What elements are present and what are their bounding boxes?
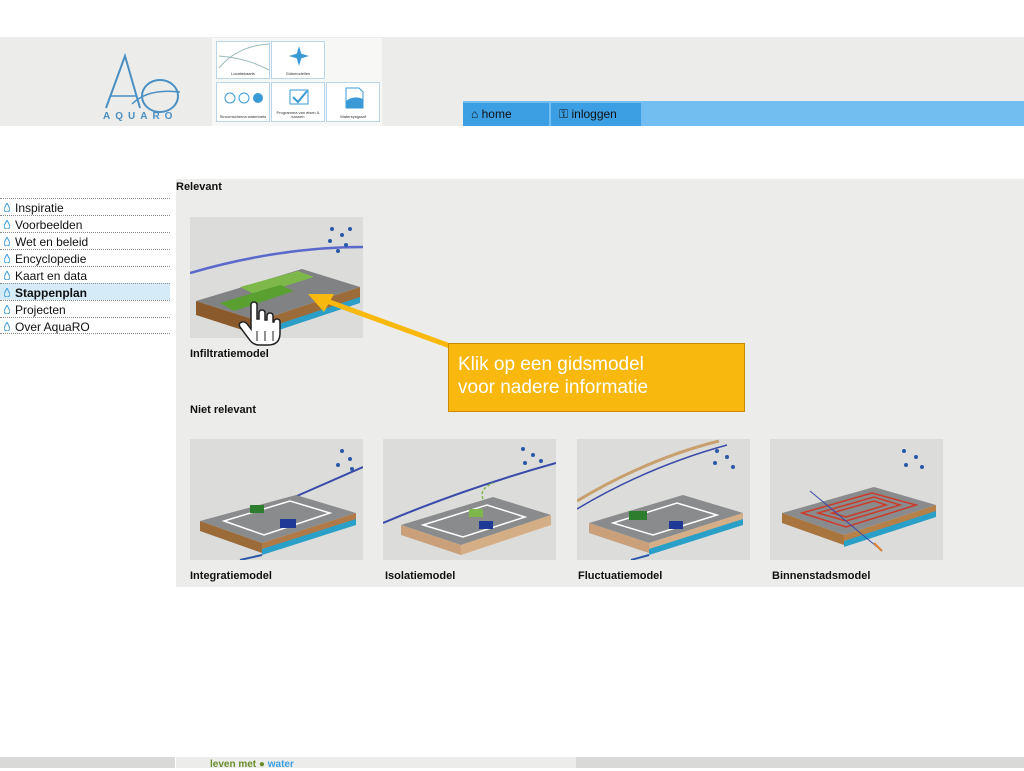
document-icon bbox=[345, 87, 364, 109]
sidebar-item-label: Kaart en data bbox=[15, 269, 88, 283]
tile-label: Stroomschema watertoets bbox=[219, 114, 267, 119]
sidebar-item-label: Encyclopedie bbox=[15, 252, 87, 266]
steps-icon bbox=[224, 92, 263, 104]
tile-label: Watersysgraaf bbox=[340, 114, 366, 119]
sidebar-item-wet-en-beleid[interactable]: Wet en beleid bbox=[0, 232, 170, 249]
sidebar-item-projecten[interactable]: Projecten bbox=[0, 300, 170, 317]
model-thumbnail-fluctuatiemodel[interactable] bbox=[577, 439, 750, 560]
logo-text: AQUARO bbox=[103, 111, 178, 122]
home-icon: ⌂ bbox=[471, 107, 479, 121]
tile-stroomschema[interactable]: Stroomschema watertoets bbox=[216, 82, 270, 122]
tile-label: Programma van eisen & kansen bbox=[276, 110, 320, 119]
tool-tiles: Locatiekaarts Gidsmodellen Stroomschema … bbox=[212, 38, 382, 126]
sidebar-item-kaart-en-data[interactable]: Kaart en data bbox=[0, 266, 170, 283]
sidebar-item-label: Projecten bbox=[15, 303, 66, 317]
callout-line1: Klik op een gidsmodel bbox=[458, 354, 644, 375]
nav-home[interactable]: ⌂ home bbox=[463, 103, 549, 126]
map-icon bbox=[218, 43, 270, 71]
model-thumbnail-isolatiemodel[interactable] bbox=[383, 439, 556, 560]
nav-home-label: home bbox=[481, 107, 512, 121]
drop-icon bbox=[4, 220, 10, 229]
section-title-niet-relevant: Niet relevant bbox=[190, 404, 257, 416]
sidebar-item-label: Stappenplan bbox=[15, 286, 88, 300]
drop-icon bbox=[4, 305, 10, 314]
key-icon: ⚿ bbox=[559, 107, 569, 121]
nav-inloggen[interactable]: ⚿ inloggen bbox=[551, 103, 641, 126]
sidebar-item-label: Wet en beleid bbox=[15, 235, 89, 249]
footer-slogan-part2: water bbox=[267, 759, 294, 770]
hand-cursor-icon bbox=[238, 301, 281, 346]
model-label-fluctuatiemodel[interactable]: Fluctuatiemodel bbox=[578, 570, 662, 582]
tile-watersysgraaf[interactable]: Watersysgraaf bbox=[326, 82, 380, 122]
model-label-infiltratiemodel[interactable]: Infiltratiemodel bbox=[190, 348, 269, 360]
model-thumbnail-binnenstadsmodel[interactable] bbox=[770, 439, 943, 560]
callout-line2: voor nadere informatie bbox=[458, 377, 649, 398]
model-image bbox=[383, 447, 556, 555]
model-thumbnail-integratiemodel[interactable] bbox=[190, 439, 363, 560]
model-image bbox=[200, 449, 363, 560]
sidebar-menu: Inspiratie Voorbeelden Wet en beleid Enc… bbox=[0, 198, 170, 334]
tile-label: Locatiekaarts bbox=[231, 71, 255, 76]
drop-icon bbox=[4, 271, 10, 280]
sidebar-item-label: Over AquaRO bbox=[15, 320, 90, 334]
sidebar-item-over-aquaro[interactable]: Over AquaRO bbox=[0, 317, 170, 334]
drop-icon bbox=[4, 322, 10, 331]
model-label-binnenstadsmodel[interactable]: Binnenstadsmodel bbox=[772, 570, 870, 582]
sidebar-item-label: Voorbeelden bbox=[15, 218, 83, 232]
tile-locatiekaarts[interactable]: Locatiekaarts bbox=[216, 41, 270, 79]
sidebar-item-inspiratie[interactable]: Inspiratie bbox=[0, 198, 170, 215]
footer-slogan-part1: leven met bbox=[210, 759, 259, 770]
checkmark-icon bbox=[289, 89, 309, 105]
model-image bbox=[577, 439, 743, 560]
compass-icon bbox=[289, 46, 309, 66]
nav-inloggen-label: inloggen bbox=[571, 107, 617, 121]
model-image bbox=[782, 449, 936, 552]
model-label-isolatiemodel[interactable]: Isolatiemodel bbox=[385, 570, 455, 582]
dot-icon: ● bbox=[258, 759, 265, 770]
drop-icon bbox=[4, 237, 10, 246]
drop-icon bbox=[4, 254, 10, 263]
footer-slogan: leven met ● water bbox=[210, 759, 294, 771]
model-label-integratiemodel[interactable]: Integratiemodel bbox=[190, 570, 272, 582]
tooltip-callout: Klik op een gidsmodel voor nadere inform… bbox=[448, 343, 745, 412]
footer-right bbox=[576, 757, 1024, 768]
arrow-pointer-icon bbox=[308, 294, 451, 349]
section-title-relevant: Relevant bbox=[176, 181, 222, 193]
tile-programma[interactable]: Programma van eisen & kansen bbox=[271, 82, 325, 122]
sidebar-item-encyclopedie[interactable]: Encyclopedie bbox=[0, 249, 170, 266]
sidebar-item-stappenplan[interactable]: Stappenplan bbox=[0, 283, 170, 300]
tile-gidsmodellen[interactable]: Gidsmodellen bbox=[271, 41, 325, 79]
drop-icon bbox=[4, 203, 10, 212]
footer-left bbox=[0, 757, 175, 768]
sidebar-item-voorbeelden[interactable]: Voorbeelden bbox=[0, 215, 170, 232]
sidebar-item-label: Inspiratie bbox=[15, 201, 64, 215]
tile-label: Gidsmodellen bbox=[285, 71, 311, 76]
drop-icon bbox=[4, 288, 10, 297]
